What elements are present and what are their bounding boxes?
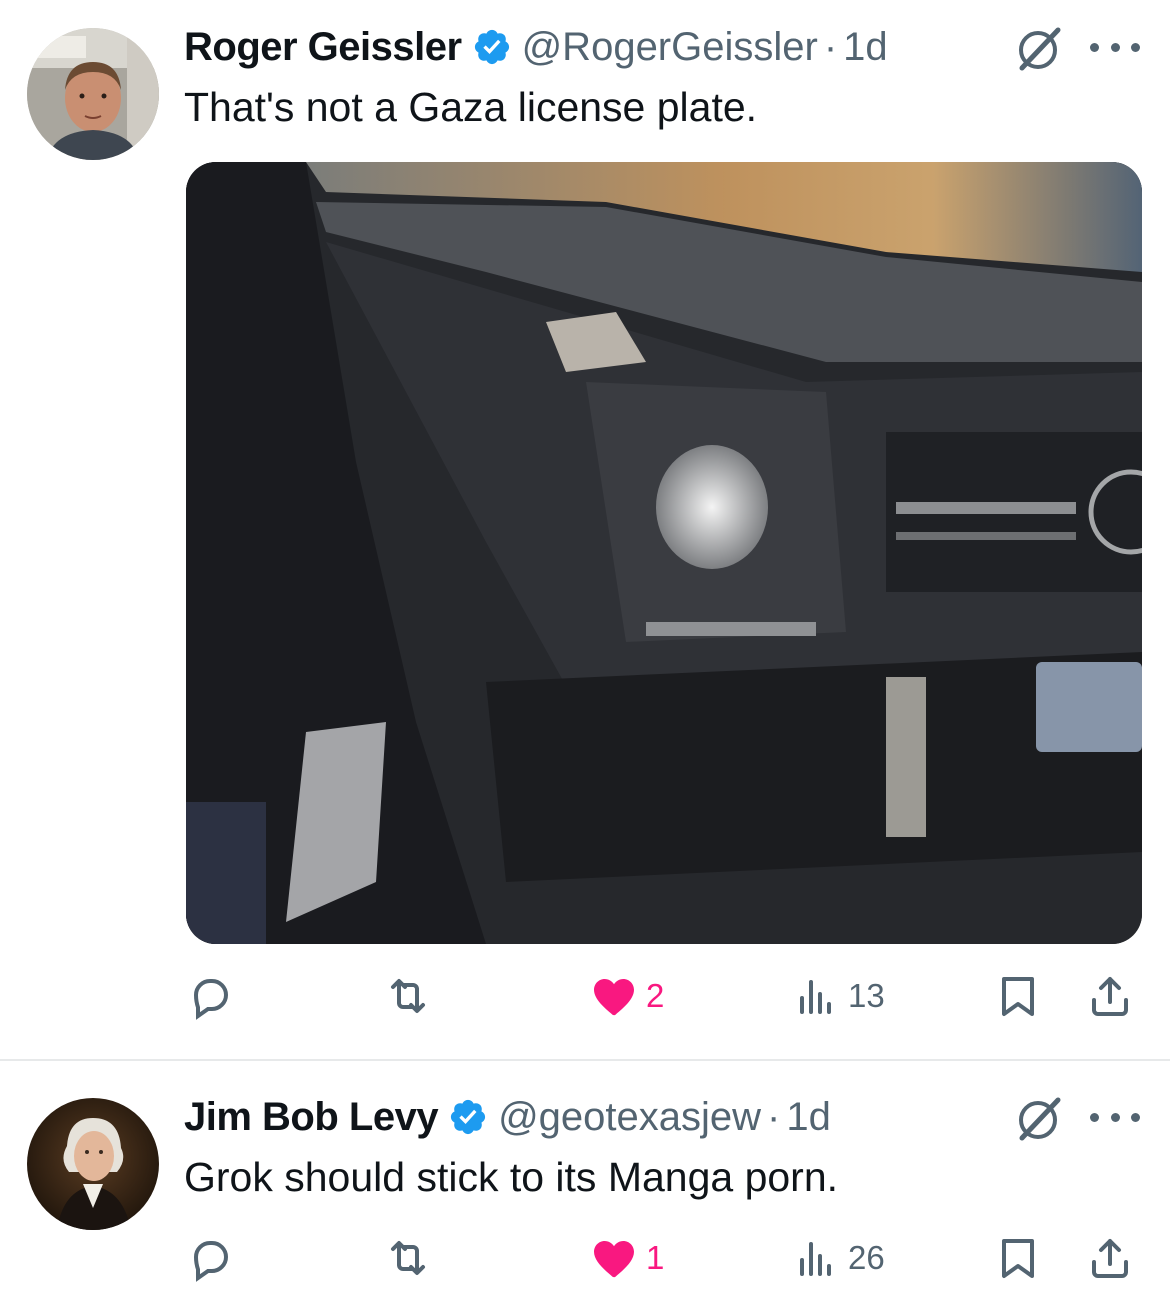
share-button[interactable] [1086,966,1134,1026]
tweet-text: That's not a Gaza license plate. [184,84,758,130]
display-name[interactable]: Jim Bob Levy [184,1095,439,1140]
like-button[interactable]: 1 [590,1228,664,1288]
tweet-text: Grok should stick to its Manga porn. [184,1154,839,1200]
tweet-actions: 2 13 [186,966,1146,1026]
separator-dot: · [767,1094,781,1139]
timestamp[interactable]: 1d [843,25,888,70]
grok-icon[interactable] [1012,1094,1064,1146]
tweet-divider [0,1059,1170,1061]
separator-dot: · [823,24,838,69]
more-icon[interactable] [1090,1102,1140,1132]
tweet[interactable]: Roger Geissler @RogerGeissler · 1d That'… [0,0,1170,1060]
bookmark-icon [1002,1239,1034,1278]
like-button[interactable]: 2 [590,966,664,1026]
tweet-media-image[interactable] [186,162,1142,944]
verified-badge-icon [474,29,509,65]
tweet[interactable]: Jim Bob Levy @geotexasjew · 1d Grok shou… [0,1062,1170,1308]
bookmark-button[interactable] [994,966,1042,1026]
view-count: 13 [848,977,885,1014]
heart-icon [594,1241,634,1278]
like-count: 1 [646,1239,665,1276]
share-icon [1092,1239,1128,1278]
repost-button[interactable] [384,966,440,1026]
more-icon[interactable] [1090,32,1140,62]
user-handle[interactable]: @RogerGeissler [522,25,818,70]
repost-icon [391,1241,425,1275]
avatar[interactable] [27,1098,159,1230]
views-button[interactable]: 13 [792,966,885,1026]
grok-icon[interactable] [1012,24,1064,76]
reply-icon [193,979,229,1020]
views-icon [800,980,831,1014]
share-icon [1092,977,1128,1016]
views-icon [800,1242,831,1276]
reply-icon [193,1241,229,1282]
avatar[interactable] [27,28,159,160]
timestamp[interactable]: 1d [786,1095,831,1140]
verified-badge-icon [450,1099,486,1135]
repost-button[interactable] [384,1228,440,1288]
reply-button[interactable] [186,1228,242,1288]
views-button[interactable]: 26 [792,1228,885,1288]
bookmark-button[interactable] [994,1228,1042,1288]
tweet-header: Jim Bob Levy @geotexasjew · 1d [184,1092,831,1142]
view-count: 26 [848,1239,885,1276]
display-name[interactable]: Roger Geissler [184,25,462,70]
like-count: 2 [646,977,665,1014]
bookmark-icon [1002,977,1034,1016]
reply-button[interactable] [186,966,242,1026]
tweet-actions: 1 26 [186,1228,1146,1288]
user-handle[interactable]: @geotexasjew [498,1095,761,1140]
heart-icon [594,979,634,1016]
share-button[interactable] [1086,1228,1134,1288]
repost-icon [391,979,425,1013]
tweet-header: Roger Geissler @RogerGeissler · 1d [184,22,888,72]
